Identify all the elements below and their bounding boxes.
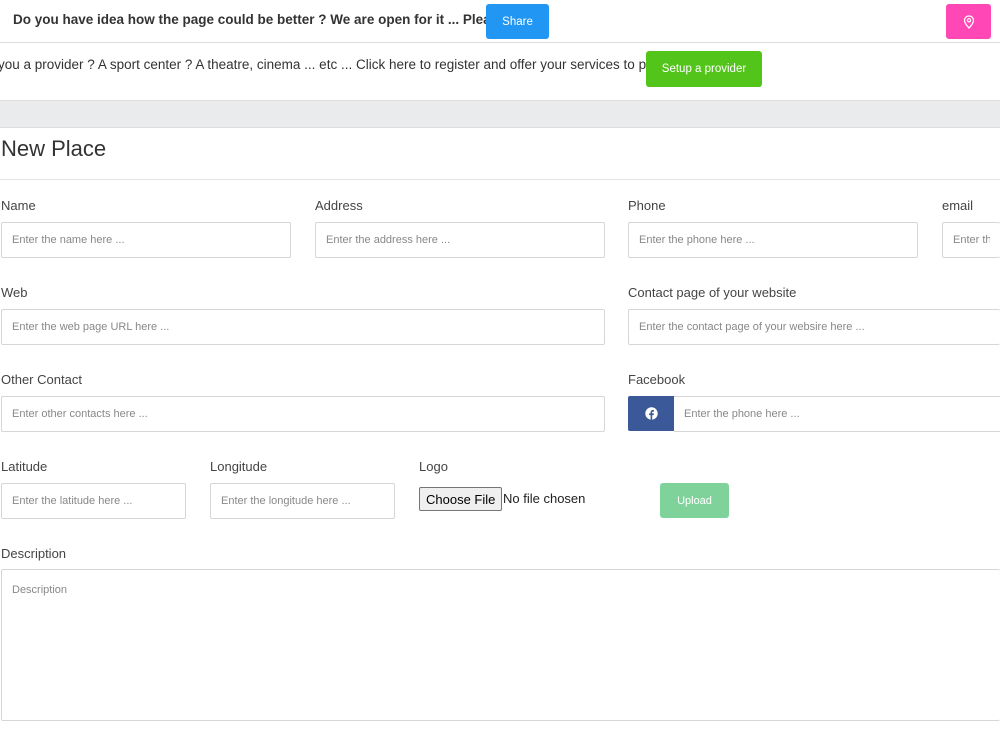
latitude-input[interactable] [1,483,186,519]
other-contact-label: Other Contact [1,372,82,387]
top-feedback-bar: Do you have idea how the page could be b… [0,0,1000,43]
logo-label: Logo [419,459,448,474]
provider-text: you a provider ? A sport center ? A thea… [0,57,683,72]
share-button[interactable]: Share [486,4,549,39]
upload-button[interactable]: Upload [660,483,729,518]
name-input[interactable] [1,222,291,258]
feedback-text: Do you have idea how the page could be b… [13,12,506,27]
facebook-label: Facebook [628,372,686,387]
facebook-icon [644,407,658,420]
phone-input[interactable] [628,222,918,258]
choose-file-button[interactable]: Choose File [419,487,503,511]
contact-page-label: Contact page of your website [628,285,797,300]
setup-provider-button[interactable]: Setup a provider [646,51,762,87]
description-label: Description [1,546,67,561]
provider-banner: you a provider ? A sport center ? A thea… [0,43,1000,99]
map-pin-icon [963,14,974,29]
email-label: email [942,198,974,213]
title-divider [0,179,1000,180]
other-contact-input[interactable] [1,396,605,432]
facebook-addon [628,396,674,431]
email-input[interactable] [942,222,1000,258]
address-label: Address [315,198,363,213]
web-label: Web [1,285,28,300]
page-title: New Place [1,136,107,161]
file-status-text: No file chosen [503,491,586,506]
longitude-label: Longitude [210,459,268,474]
map-button[interactable] [946,4,991,39]
contact-page-input[interactable] [628,309,1000,345]
longitude-input[interactable] [210,483,395,519]
phone-label: Phone [628,198,666,213]
latitude-label: Latitude [1,459,48,474]
facebook-input[interactable] [674,396,1000,432]
address-input[interactable] [315,222,605,258]
name-label: Name [1,198,36,213]
section-divider-band [0,100,1000,128]
description-textarea[interactable] [1,569,1000,721]
web-input[interactable] [1,309,605,345]
